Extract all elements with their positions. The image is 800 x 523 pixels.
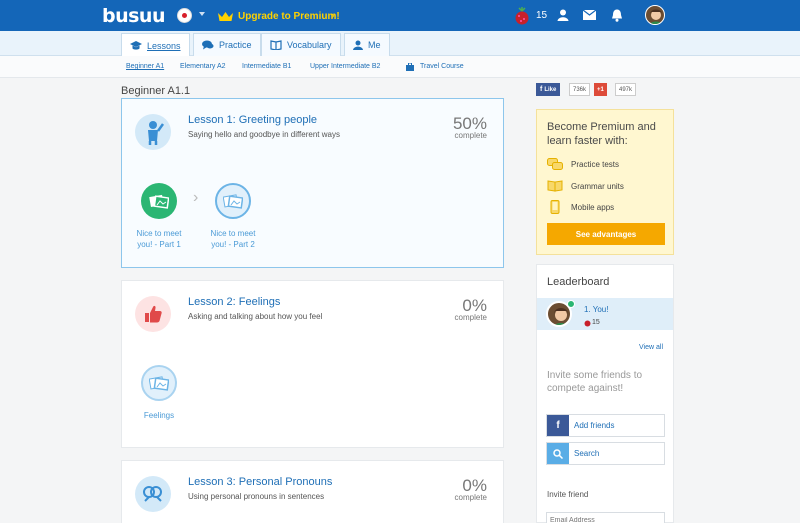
book-icon	[547, 180, 563, 192]
mobile-phone-icon	[550, 200, 560, 214]
language-flag-icon[interactable]	[177, 8, 192, 23]
lesson-1-complete-label: complete	[454, 131, 487, 140]
leaderboard-entry-name[interactable]: 1. You!	[584, 305, 608, 314]
level-upper-intermediate-b2[interactable]: Upper Intermediate B2	[310, 63, 380, 70]
tab-practice[interactable]: Practice	[193, 33, 261, 56]
lesson-2-subtitle: Asking and talking about how you feel	[188, 312, 323, 321]
lesson-card-2[interactable]: Lesson 2: Feelings Asking and talking ab…	[121, 280, 504, 448]
leaderboard-title: Leaderboard	[547, 276, 610, 288]
email-field[interactable]	[546, 512, 665, 523]
google-plus-count: 497k	[615, 83, 637, 96]
lesson-2-title[interactable]: Lesson 2: Feelings	[188, 296, 280, 308]
profile-icon[interactable]	[557, 9, 569, 21]
unit-label: Nice to meet you! - Part 1	[136, 229, 182, 249]
tab-vocabulary-label: Vocabulary	[287, 40, 332, 50]
add-friends-button[interactable]: f Add friends	[546, 414, 665, 437]
level-beginner-a1[interactable]: Beginner A1	[126, 63, 164, 70]
unit-label: Nice to meet you! - Part 2	[210, 229, 256, 249]
chevron-right-icon: ›	[193, 189, 199, 206]
see-advantages-button[interactable]: See advantages	[547, 223, 665, 245]
unit-nice-to-meet-you-2[interactable]: Nice to meet you! - Part 2	[203, 183, 263, 250]
lesson-card-1[interactable]: Lesson 1: Greeting people Saying hello a…	[121, 98, 504, 268]
facebook-icon: f	[540, 86, 543, 93]
unit-label: Feelings	[143, 411, 175, 420]
chat-bubbles-icon	[547, 158, 563, 170]
perk-label: Practice tests	[571, 159, 620, 169]
premium-title: Become Premium and learn faster with:	[547, 121, 656, 147]
search-friends-button[interactable]: Search	[546, 442, 665, 465]
add-friends-label: Add friends	[574, 421, 615, 430]
tab-practice-label: Practice	[219, 40, 252, 50]
mail-icon[interactable]	[583, 10, 596, 20]
berry-icon	[515, 7, 529, 25]
search-label: Search	[574, 449, 600, 458]
tab-lessons[interactable]: Lessons	[121, 33, 190, 57]
photos-icon	[215, 183, 251, 219]
invite-friend-heading: Invite friend	[547, 490, 589, 499]
avatar-face-icon	[649, 9, 663, 24]
busuu-logo[interactable]: busuu	[102, 5, 166, 27]
facebook-icon: f	[547, 415, 569, 436]
photos-icon	[141, 365, 177, 401]
lesson-3-subtitle: Using personal pronouns in sentences	[188, 492, 325, 501]
invite-prompt: Invite some friends to compete against!	[547, 370, 643, 394]
greeting-person-icon	[135, 114, 171, 150]
page-title: Beginner A1.1	[121, 85, 191, 97]
search-icon	[547, 443, 569, 464]
perk-label: Grammar units	[571, 181, 624, 191]
chevron-down-icon[interactable]	[199, 12, 205, 16]
leaderboard-panel: Leaderboard 1. You! 15 View all Invite s…	[536, 264, 674, 523]
level-intermediate-b1[interactable]: Intermediate B1	[242, 63, 291, 70]
top-bar: busuu Upgrade to Premium! › 15	[0, 0, 800, 31]
main-tab-bar: Lessons Practice Vocabulary Me	[0, 31, 800, 57]
unit-feelings[interactable]: Feelings	[129, 365, 189, 421]
tab-vocabulary[interactable]: Vocabulary	[261, 33, 341, 56]
lesson-3-complete-label: complete	[454, 493, 487, 502]
berry-icon	[584, 320, 591, 327]
tab-me[interactable]: Me	[344, 33, 390, 56]
facebook-like-button[interactable]: f Like	[536, 83, 561, 96]
book-icon	[270, 40, 282, 50]
person-icon	[353, 40, 363, 50]
suitcase-icon	[406, 63, 414, 71]
tab-me-label: Me	[368, 40, 381, 50]
lesson-3-title[interactable]: Lesson 3: Personal Pronouns	[188, 476, 332, 488]
online-status-dot	[567, 300, 575, 308]
lesson-card-3[interactable]: Lesson 3: Personal Pronouns Using person…	[121, 460, 504, 523]
leaderboard-row[interactable]: 1. You! 15	[537, 298, 673, 330]
leaderboard-entry-score: 15	[592, 319, 600, 326]
tab-lessons-label: Lessons	[147, 40, 181, 51]
level-travel-course[interactable]: Travel Course	[420, 63, 464, 70]
graduation-cap-icon	[130, 40, 142, 50]
pronouns-icon	[135, 476, 171, 512]
perk-label: Mobile apps	[571, 202, 615, 212]
unit-nice-to-meet-you-1[interactable]: Nice to meet you! - Part 1	[129, 183, 189, 250]
premium-panel: Become Premium and learn faster with: Pr…	[536, 109, 674, 255]
chat-bubbles-icon	[202, 40, 214, 50]
level-elementary-a2[interactable]: Elementary A2	[180, 63, 226, 70]
lesson-1-title[interactable]: Lesson 1: Greeting people	[188, 114, 317, 126]
level-bar: Beginner A1 Elementary A2 Intermediate B…	[0, 56, 800, 78]
chevron-right-icon: ›	[331, 10, 335, 22]
google-plus-button[interactable]: +1	[594, 83, 607, 96]
berries-count: 15	[536, 10, 548, 21]
lesson-2-complete-label: complete	[454, 313, 487, 322]
facebook-like-count: 736k	[569, 83, 591, 96]
facebook-like-label: Like	[544, 86, 557, 93]
lesson-1-subtitle: Saying hello and goodbye in different wa…	[188, 130, 340, 139]
perk-practice-tests: Practice tests	[547, 158, 619, 170]
view-all-link[interactable]: View all	[639, 344, 663, 351]
photos-icon	[141, 183, 177, 219]
perk-grammar-units: Grammar units	[547, 180, 624, 192]
bell-icon[interactable]	[611, 9, 623, 22]
upgrade-premium-link[interactable]: Upgrade to Premium!	[238, 11, 340, 22]
perk-mobile-apps: Mobile apps	[547, 200, 614, 214]
crown-icon	[218, 12, 233, 21]
thumbs-up-icon	[135, 296, 171, 332]
user-avatar[interactable]	[645, 5, 665, 25]
